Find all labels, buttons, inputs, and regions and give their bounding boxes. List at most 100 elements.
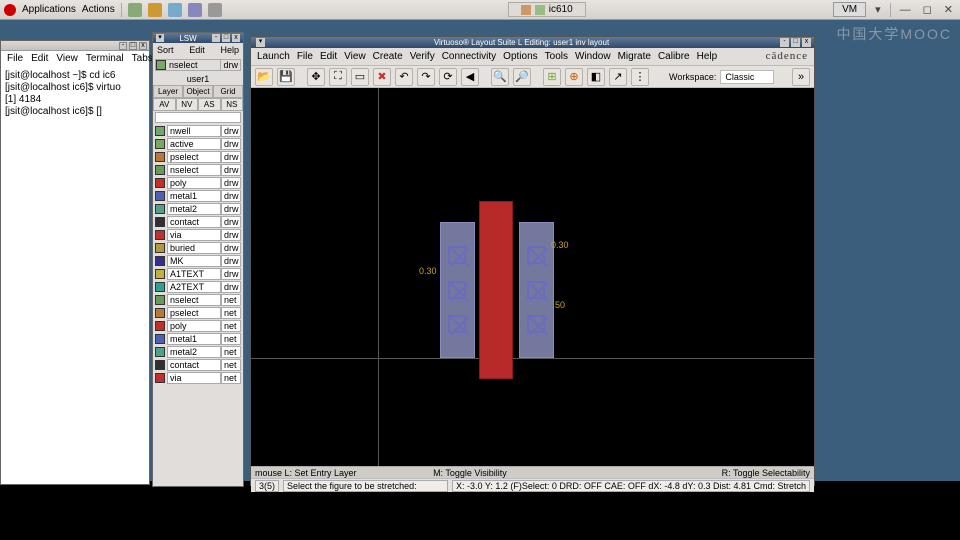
layer-row[interactable]: A1TEXTdrw xyxy=(155,267,241,280)
vm-menu[interactable]: VM xyxy=(833,2,866,17)
tool-icon-1[interactable]: ⊞ xyxy=(543,68,561,86)
menu-file[interactable]: File xyxy=(297,51,313,62)
undo-icon[interactable]: ↶ xyxy=(395,68,413,86)
layer-row[interactable]: metal1net xyxy=(155,332,241,345)
layer-row[interactable]: nselectdrw xyxy=(155,163,241,176)
menu-tabs[interactable]: Tabs xyxy=(132,53,153,64)
open-icon[interactable]: 📂 xyxy=(255,68,273,86)
menu-view[interactable]: View xyxy=(56,53,78,64)
save-icon[interactable]: 💾 xyxy=(277,68,295,86)
menu-create[interactable]: Create xyxy=(373,51,403,62)
zoom-out-icon[interactable]: 🔍 xyxy=(491,68,509,86)
tab-grid[interactable]: Grid xyxy=(213,85,243,98)
layout-canvas[interactable]: 0.30 0.30 50 xyxy=(251,88,814,466)
close-icon[interactable]: x xyxy=(232,34,240,42)
btn-av[interactable]: AV xyxy=(153,98,176,111)
selected-layer[interactable]: nselect drw xyxy=(155,59,241,71)
redo-icon[interactable]: ↷ xyxy=(417,68,435,86)
actions-menu[interactable]: Actions xyxy=(82,4,115,15)
menu-icon[interactable]: ▾ xyxy=(156,34,164,42)
tab-layer[interactable]: Layer xyxy=(153,85,183,98)
menu-window[interactable]: Window xyxy=(575,51,611,62)
layer-row[interactable]: burieddrw xyxy=(155,241,241,254)
launcher-icon-4[interactable] xyxy=(188,3,202,17)
tool-icon-5[interactable]: ⋮ xyxy=(631,68,649,86)
menu-edit[interactable]: Edit xyxy=(189,45,205,55)
menu-icon[interactable]: ▾ xyxy=(256,38,265,47)
maximize-icon[interactable]: □ xyxy=(129,42,137,50)
menu-tools[interactable]: Tools xyxy=(545,51,568,62)
layer-row[interactable]: pselectnet xyxy=(155,306,241,319)
layer-row[interactable]: metal1drw xyxy=(155,189,241,202)
layer-row[interactable]: contactdrw xyxy=(155,215,241,228)
tab-object[interactable]: Object xyxy=(183,85,213,98)
zoom-fit-icon[interactable]: ⛶ xyxy=(329,68,347,86)
menu-edit[interactable]: Edit xyxy=(31,53,48,64)
layer-row[interactable]: nselectnet xyxy=(155,293,241,306)
virtuoso-titlebar[interactable]: ▾ Virtuoso® Layout Suite L Editing: user… xyxy=(251,37,814,48)
terminal-body[interactable]: [jsit@localhost ~]$ cd ic6 [jsit@localho… xyxy=(1,66,149,122)
prev-icon[interactable]: ◀ xyxy=(461,68,479,86)
redhat-icon[interactable] xyxy=(4,4,16,16)
menu-help[interactable]: Help xyxy=(697,51,718,62)
btn-ns[interactable]: NS xyxy=(221,98,244,111)
tool-icon-2[interactable]: ⊕ xyxy=(565,68,583,86)
layer-row[interactable]: contactnet xyxy=(155,358,241,371)
minimize-icon[interactable]: - xyxy=(119,42,127,50)
menu-migrate[interactable]: Migrate xyxy=(618,51,651,62)
layer-filter-input[interactable] xyxy=(155,112,241,123)
more-icon[interactable]: » xyxy=(792,68,810,86)
launcher-icon-1[interactable] xyxy=(128,3,142,17)
terminal-titlebar[interactable]: - □ x xyxy=(1,41,149,51)
arrow-down-icon[interactable]: ▾ xyxy=(872,3,884,16)
lsw-titlebar[interactable]: ▾ LSW - □ x xyxy=(153,33,243,43)
layer-row[interactable]: nwelldrw xyxy=(155,124,241,137)
pan-icon[interactable]: ✥ xyxy=(307,68,325,86)
menu-calibre[interactable]: Calibre xyxy=(658,51,690,62)
launcher-icon-2[interactable] xyxy=(148,3,162,17)
command-prompt[interactable]: Select the figure to be stretched: xyxy=(283,480,448,492)
layer-row[interactable]: MKdrw xyxy=(155,254,241,267)
menu-options[interactable]: Options xyxy=(503,51,537,62)
layer-row[interactable]: metal2net xyxy=(155,345,241,358)
menu-launch[interactable]: Launch xyxy=(257,51,290,62)
layer-row[interactable]: polydrw xyxy=(155,176,241,189)
menu-verify[interactable]: Verify xyxy=(410,51,435,62)
minimize-icon[interactable]: - xyxy=(212,34,220,42)
menu-edit[interactable]: Edit xyxy=(320,51,337,62)
maximize-icon[interactable]: □ xyxy=(791,38,800,47)
tool-icon-4[interactable]: ↗ xyxy=(609,68,627,86)
menu-terminal[interactable]: Terminal xyxy=(86,53,124,64)
close-icon[interactable]: x xyxy=(802,38,811,47)
menu-help[interactable]: Help xyxy=(220,45,239,55)
layer-row[interactable]: metal2drw xyxy=(155,202,241,215)
menu-sort[interactable]: Sort xyxy=(157,45,174,55)
applications-menu[interactable]: Applications xyxy=(22,4,76,15)
layer-row[interactable]: vianet xyxy=(155,371,241,384)
launcher-icon-5[interactable] xyxy=(208,3,222,17)
maximize-icon[interactable]: □ xyxy=(222,34,230,42)
workspace-select[interactable]: Classic xyxy=(720,70,774,84)
btn-nv[interactable]: NV xyxy=(176,98,199,111)
taskbar-entry-ic610[interactable]: ic610 xyxy=(508,2,586,17)
tool-icon-3[interactable]: ◧ xyxy=(587,68,605,86)
menu-view[interactable]: View xyxy=(344,51,366,62)
layer-row[interactable]: pselectdrw xyxy=(155,150,241,163)
layer-row[interactable]: polynet xyxy=(155,319,241,332)
btn-as[interactable]: AS xyxy=(198,98,221,111)
layer-row[interactable]: activedrw xyxy=(155,137,241,150)
close-icon[interactable]: x xyxy=(139,42,147,50)
launcher-icon-3[interactable] xyxy=(168,3,182,17)
zoom-in-icon[interactable]: 🔎 xyxy=(513,68,531,86)
cancel-icon[interactable]: ✖ xyxy=(373,68,391,86)
layer-row[interactable]: A2TEXTdrw xyxy=(155,280,241,293)
zoom-area-icon[interactable]: ▭ xyxy=(351,68,369,86)
layer-row[interactable]: viadrw xyxy=(155,228,241,241)
close-icon[interactable]: ✕ xyxy=(941,3,956,16)
menu-file[interactable]: File xyxy=(7,53,23,64)
minimize-icon[interactable]: — xyxy=(897,4,914,16)
refresh-icon[interactable]: ⟳ xyxy=(439,68,457,86)
menu-connectivity[interactable]: Connectivity xyxy=(442,51,496,62)
maximize-icon[interactable]: ◻ xyxy=(920,3,935,16)
minimize-icon[interactable]: - xyxy=(780,38,789,47)
